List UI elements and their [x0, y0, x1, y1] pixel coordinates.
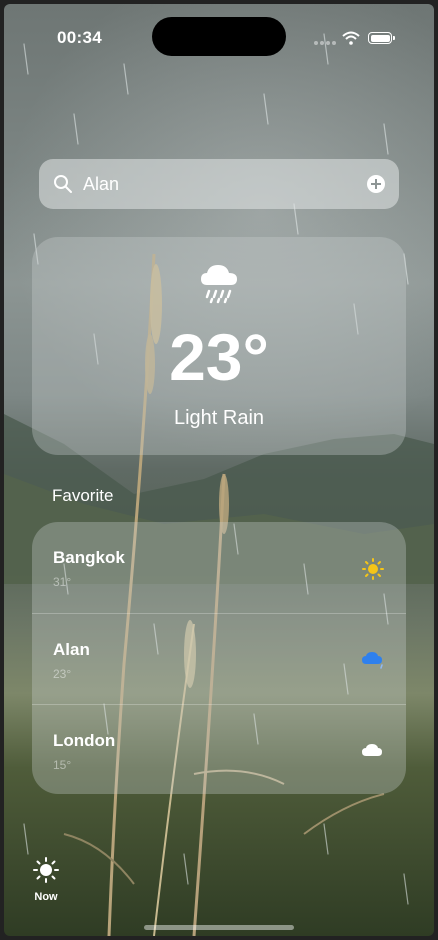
- wifi-icon: [342, 31, 360, 45]
- favorites-heading: Favorite: [52, 486, 114, 505]
- add-circle-icon[interactable]: [367, 175, 385, 193]
- city-name: Bangkok: [53, 548, 125, 567]
- cloud-rain-icon: [201, 265, 237, 304]
- current-condition: Light Rain: [173, 407, 265, 429]
- search-icon: [54, 175, 72, 193]
- favorites-list: Bangkok 31° Alan 23° London 15°: [32, 522, 406, 794]
- sun-icon: [33, 857, 59, 883]
- cellular-signal-icon: [314, 41, 336, 45]
- search-input[interactable]: Alan: [83, 174, 119, 195]
- dynamic-island: [152, 17, 286, 56]
- city-temperature: 15°: [53, 758, 72, 772]
- tab-now[interactable]: Now: [26, 856, 66, 903]
- home-indicator[interactable]: [144, 925, 294, 930]
- list-item[interactable]: Alan 23°: [32, 613, 406, 704]
- list-item[interactable]: London 15°: [32, 704, 406, 795]
- tab-now-label: Now: [34, 891, 58, 903]
- sun-icon: [362, 558, 384, 580]
- list-item[interactable]: Bangkok 31°: [32, 522, 406, 612]
- weather-app-screen: 00:34 Alan 23° Light Rain Favorite Bangk…: [4, 4, 434, 936]
- current-temperature: 23°: [169, 320, 269, 394]
- city-name: Alan: [53, 640, 90, 659]
- city-temperature: 31°: [53, 575, 72, 589]
- current-weather-card: 23° Light Rain: [32, 237, 406, 455]
- status-bar: 00:34: [4, 4, 434, 64]
- cloud-icon: [362, 744, 382, 756]
- city-temperature: 23°: [53, 667, 72, 681]
- search-bar[interactable]: Alan: [39, 159, 399, 209]
- battery-icon: [368, 32, 395, 44]
- cloud-rain-icon: [362, 652, 383, 669]
- city-name: London: [53, 731, 116, 750]
- rain-overlay: [23, 23, 409, 905]
- status-time: 00:34: [57, 28, 102, 47]
